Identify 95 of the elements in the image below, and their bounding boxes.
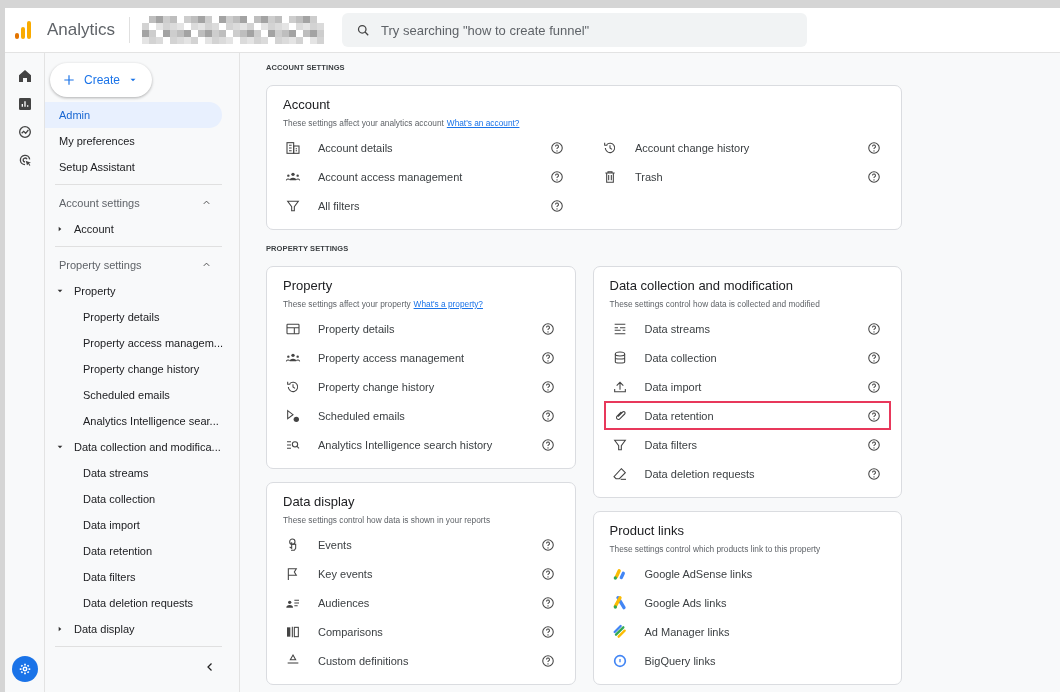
card-description: These settings control how data is collected and modified: [609, 299, 821, 309]
product-name: Analytics: [47, 20, 116, 40]
nav-item[interactable]: Data deletion requests: [49, 590, 222, 616]
nav-item[interactable]: Analytics Intelligence sear...: [49, 408, 222, 434]
ad-manager-logo-icon: [611, 623, 628, 640]
plus-icon: [62, 73, 76, 87]
section-header[interactable]: Property settings: [49, 251, 222, 278]
settings-item[interactable]: Comparisons: [277, 617, 565, 646]
card-description: These settings control which products link to this property: [609, 544, 822, 554]
nav-item[interactable]: Property access managem...: [49, 330, 222, 356]
building-icon: [285, 139, 301, 156]
nav-item[interactable]: Data collection: [49, 486, 222, 512]
tree-item[interactable]: Data display: [49, 616, 222, 642]
nav-item[interactable]: My preferences: [45, 128, 222, 154]
settings-item[interactable]: All filters: [277, 191, 574, 220]
settings-item[interactable]: Property details: [277, 314, 565, 343]
ads-logo-icon: [611, 594, 628, 611]
schedule-icon: [285, 407, 301, 424]
help-icon[interactable]: [540, 595, 555, 610]
settings-item[interactable]: Custom definitions: [277, 646, 565, 675]
help-icon[interactable]: [540, 537, 555, 552]
settings-item[interactable]: Scheduled emails: [277, 401, 565, 430]
section-header[interactable]: Account settings: [49, 189, 222, 216]
settings-item[interactable]: Events: [277, 530, 565, 559]
settings-item[interactable]: Data filters: [603, 430, 891, 459]
trash-icon: [602, 168, 618, 185]
help-icon[interactable]: [867, 350, 881, 365]
settings-item[interactable]: Property access management: [277, 343, 565, 372]
card-title: Product links: [609, 523, 685, 538]
settings-item[interactable]: BigQuery links: [603, 646, 891, 675]
tree-item[interactable]: Property: [49, 278, 222, 304]
settings-item[interactable]: Data retention: [603, 401, 891, 430]
card-description: These settings control how data is shown in your reports: [283, 515, 492, 525]
tree-item[interactable]: Account: [49, 216, 222, 242]
create-button[interactable]: Create: [50, 63, 153, 97]
nav-item[interactable]: Setup Assistant: [45, 154, 222, 180]
card-title: Account: [283, 97, 331, 112]
help-icon[interactable]: [867, 321, 881, 336]
settings-item[interactable]: Account details: [277, 133, 574, 162]
help-link[interactable]: What's a property?: [413, 299, 483, 309]
bar-chart-icon[interactable]: [16, 96, 33, 112]
settings-item[interactable]: Ad Manager links: [603, 617, 891, 646]
settings-item[interactable]: Property change history: [277, 372, 565, 401]
settings-item[interactable]: Data streams: [603, 314, 891, 343]
settings-item[interactable]: Google Ads links: [603, 588, 891, 617]
help-icon[interactable]: [540, 350, 555, 365]
help-icon[interactable]: [540, 379, 555, 394]
card-description: These settings affect your analytics account: [283, 118, 444, 128]
nav-item[interactable]: Admin: [45, 102, 222, 128]
settings-item[interactable]: Data collection: [603, 343, 891, 372]
nav-item[interactable]: Data filters: [49, 564, 222, 590]
settings-icon: [17, 662, 32, 676]
tree-item[interactable]: Data collection and modifica...: [49, 434, 222, 460]
card-title: Data display: [283, 494, 356, 509]
nav-item[interactable]: Data retention: [49, 538, 222, 564]
help-icon[interactable]: [867, 408, 881, 423]
settings-item[interactable]: Account change history: [594, 133, 891, 162]
eraser-icon: [611, 465, 628, 482]
nav-item[interactable]: Scheduled emails: [49, 382, 222, 408]
help-icon[interactable]: [540, 321, 555, 336]
help-icon[interactable]: [867, 437, 881, 452]
settings-item[interactable]: Data import: [603, 372, 891, 401]
trend-circle-icon[interactable]: [16, 124, 33, 140]
admin-gear-button[interactable]: [11, 656, 38, 682]
nav-item[interactable]: Data import: [49, 512, 222, 538]
settings-item[interactable]: Google AdSense links: [603, 559, 891, 588]
help-icon[interactable]: [540, 408, 555, 423]
help-icon[interactable]: [540, 653, 555, 668]
nav-item[interactable]: Property details: [49, 304, 222, 330]
card-title: Data collection and modification: [609, 278, 795, 293]
card-description: These settings affect your property: [283, 299, 411, 309]
help-link[interactable]: What's an account?: [446, 118, 520, 128]
help-icon[interactable]: [867, 466, 881, 481]
help-icon[interactable]: [550, 140, 564, 155]
search-field[interactable]: Try searching "how to create funnel": [342, 13, 808, 47]
settings-item[interactable]: Account access management: [277, 162, 574, 191]
settings-item[interactable]: Audiences: [277, 588, 565, 617]
home-icon[interactable]: [16, 68, 33, 84]
nav-item[interactable]: Data streams: [49, 460, 222, 486]
settings-item[interactable]: Analytics Intelligence search history: [277, 430, 565, 459]
settings-item[interactable]: Trash: [594, 162, 891, 191]
help-icon[interactable]: [867, 169, 881, 184]
help-icon[interactable]: [540, 624, 555, 639]
card-title: Property: [283, 278, 334, 293]
bigquery-logo-icon: [611, 652, 628, 669]
help-icon[interactable]: [550, 169, 564, 184]
help-icon[interactable]: [540, 566, 555, 581]
help-icon[interactable]: [540, 437, 555, 452]
help-icon[interactable]: [550, 198, 564, 213]
help-icon[interactable]: [867, 140, 881, 155]
analytics-logo-icon: [14, 20, 32, 40]
help-icon[interactable]: [867, 379, 881, 394]
nav-item[interactable]: Property change history: [49, 356, 222, 382]
settings-item[interactable]: Data deletion requests: [603, 459, 891, 488]
settings-item[interactable]: Key events: [277, 559, 565, 588]
